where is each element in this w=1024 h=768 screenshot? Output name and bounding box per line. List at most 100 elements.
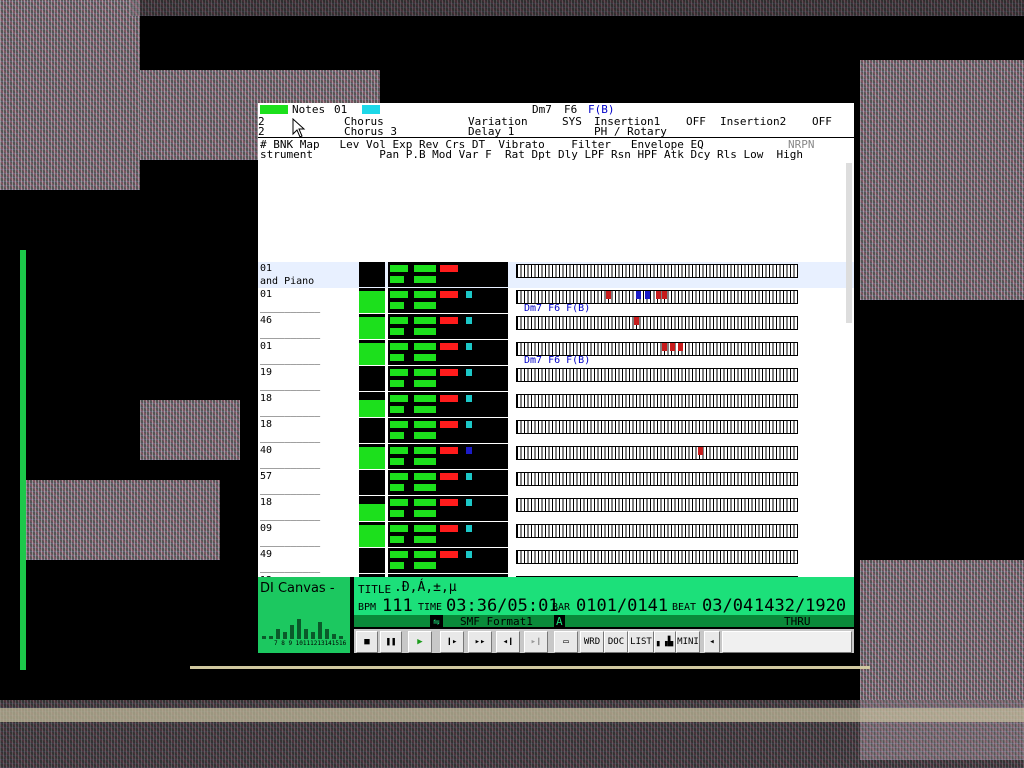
insertion1-value[interactable]: OFF xyxy=(686,116,706,127)
level-meter[interactable] xyxy=(359,314,385,339)
mixer-value-bar xyxy=(466,291,472,298)
level-meter-fill xyxy=(359,342,385,365)
level-meter[interactable] xyxy=(359,262,385,287)
mixer-controls[interactable] xyxy=(388,444,508,469)
list-button[interactable]: LIST xyxy=(628,631,654,653)
channel-level-bar xyxy=(318,622,322,639)
chorus-type[interactable]: Chorus 3 xyxy=(344,126,397,137)
insertion2-label[interactable]: Insertion2 xyxy=(720,116,786,127)
mouse-cursor-icon xyxy=(292,118,306,138)
level-meter-fill xyxy=(359,399,385,417)
mixer-value-bar xyxy=(466,421,472,428)
mixer-value-bar xyxy=(390,510,404,517)
variation-type[interactable]: Delay 1 xyxy=(468,126,514,137)
insertion-type[interactable]: PH / Rotary xyxy=(594,126,667,137)
level-meter[interactable] xyxy=(359,548,385,573)
track-row[interactable]: 49 __________ xyxy=(258,548,854,574)
window-button[interactable]: ▭ xyxy=(554,631,578,653)
track-window: Notes 01 Dm7 F6 F(B) 2 Chorus Variation … xyxy=(258,103,854,653)
stop-button[interactable]: ■ xyxy=(356,631,378,653)
mixer-controls[interactable] xyxy=(388,392,508,417)
track-instrument-name: __________ xyxy=(260,484,321,495)
noise-top-bar xyxy=(130,0,1024,16)
track-program-number: 19 xyxy=(260,367,273,378)
scroll-left-button[interactable]: ◂ xyxy=(704,631,720,653)
mixer-controls[interactable] xyxy=(388,522,508,547)
mixer-value-bar xyxy=(466,551,472,558)
active-note-marker xyxy=(678,343,684,351)
level-meter[interactable] xyxy=(359,288,385,313)
piano-keyboard xyxy=(516,498,798,512)
mixer-controls[interactable] xyxy=(388,496,508,521)
piano-keyboard xyxy=(516,264,798,278)
level-meter[interactable] xyxy=(359,340,385,365)
thru-label: THRU xyxy=(784,615,811,628)
mixer-controls[interactable] xyxy=(388,470,508,495)
mixer-value-bar xyxy=(414,432,436,439)
level-meter[interactable] xyxy=(359,496,385,521)
mixer-value-bar xyxy=(440,369,458,376)
track-row[interactable]: 01 __________ Dm7 F6 F(B) xyxy=(258,340,854,366)
track-row[interactable]: 19 __________ xyxy=(258,366,854,392)
mixer-value-bar xyxy=(414,369,436,376)
mixer-value-bar xyxy=(390,276,404,283)
fast-forward-button[interactable]: ▸▸ xyxy=(468,631,492,653)
mixer-value-bar xyxy=(466,447,472,454)
track-row[interactable]: 57 __________ xyxy=(258,470,854,496)
level-meter[interactable] xyxy=(359,522,385,547)
mixer-controls[interactable] xyxy=(388,366,508,391)
level-meter[interactable] xyxy=(359,392,385,417)
track-row[interactable]: 18 __________ xyxy=(258,418,854,444)
mixer-controls[interactable] xyxy=(388,262,508,287)
mini-button[interactable]: MINI xyxy=(676,631,700,653)
level-meter[interactable] xyxy=(359,444,385,469)
noise-top-left xyxy=(0,0,140,190)
active-note-marker xyxy=(670,343,675,351)
channel-level-bar xyxy=(325,628,329,639)
mixer-controls[interactable] xyxy=(388,288,508,313)
wrd-button[interactable]: WRD xyxy=(580,631,604,653)
level-meter[interactable] xyxy=(359,470,385,495)
mixer-controls[interactable] xyxy=(388,340,508,365)
mixer-controls[interactable] xyxy=(388,548,508,573)
mixer-controls[interactable] xyxy=(388,418,508,443)
step-forward-button[interactable]: ❙▸ xyxy=(440,631,464,653)
mixer-value-bar xyxy=(390,317,408,324)
track-instrument-name: __________ xyxy=(260,536,321,547)
track-row[interactable]: 40 __________ xyxy=(258,444,854,470)
track-row[interactable]: 09 __________ xyxy=(258,522,854,548)
piano-keyboard xyxy=(516,524,798,538)
meter-labels: 7 8 9 10111213141516 xyxy=(274,640,347,647)
mixer-value-bar xyxy=(440,525,458,532)
title-label: TITLE xyxy=(358,583,392,596)
track-row[interactable]: 18 __________ xyxy=(258,392,854,418)
level-meter[interactable] xyxy=(359,366,385,391)
mixer-value-bar xyxy=(414,525,436,532)
level-meter[interactable] xyxy=(359,418,385,443)
doc-button[interactable]: DOC xyxy=(604,631,628,653)
next-button[interactable]: ▸❙ xyxy=(524,631,548,653)
channel-level-bar xyxy=(269,635,273,639)
channel-level-bar xyxy=(339,635,343,639)
pause-button[interactable]: ❚❚ xyxy=(380,631,402,653)
track-program-number: 18 xyxy=(260,497,273,508)
mixer-value-bar xyxy=(414,473,436,480)
bars-view-icon[interactable]: ▖▗▙ xyxy=(654,631,676,653)
track-row[interactable]: 18 __________ xyxy=(258,496,854,522)
level-meter-fill xyxy=(359,446,385,469)
bar-label: BAR xyxy=(552,602,571,613)
insertion2-value[interactable]: OFF xyxy=(812,116,832,127)
scrollbar[interactable] xyxy=(846,163,852,323)
mixer-value-bar xyxy=(414,380,436,387)
rewind-button[interactable]: ◂❙ xyxy=(496,631,520,653)
mixer-value-bar xyxy=(414,562,436,569)
play-button[interactable]: ▶ xyxy=(408,631,432,653)
mixer-controls[interactable] xyxy=(388,314,508,339)
scroll-track[interactable] xyxy=(722,631,852,653)
time-label: TIME xyxy=(418,602,443,613)
track-row[interactable]: 01 and Piano xyxy=(258,262,854,288)
track-row[interactable]: 46 __________ xyxy=(258,314,854,340)
chord-display-2: F6 xyxy=(564,103,578,116)
track-row[interactable]: 01 __________ Dm7 F6 F(B) xyxy=(258,288,854,314)
mixer-value-bar xyxy=(390,551,408,558)
